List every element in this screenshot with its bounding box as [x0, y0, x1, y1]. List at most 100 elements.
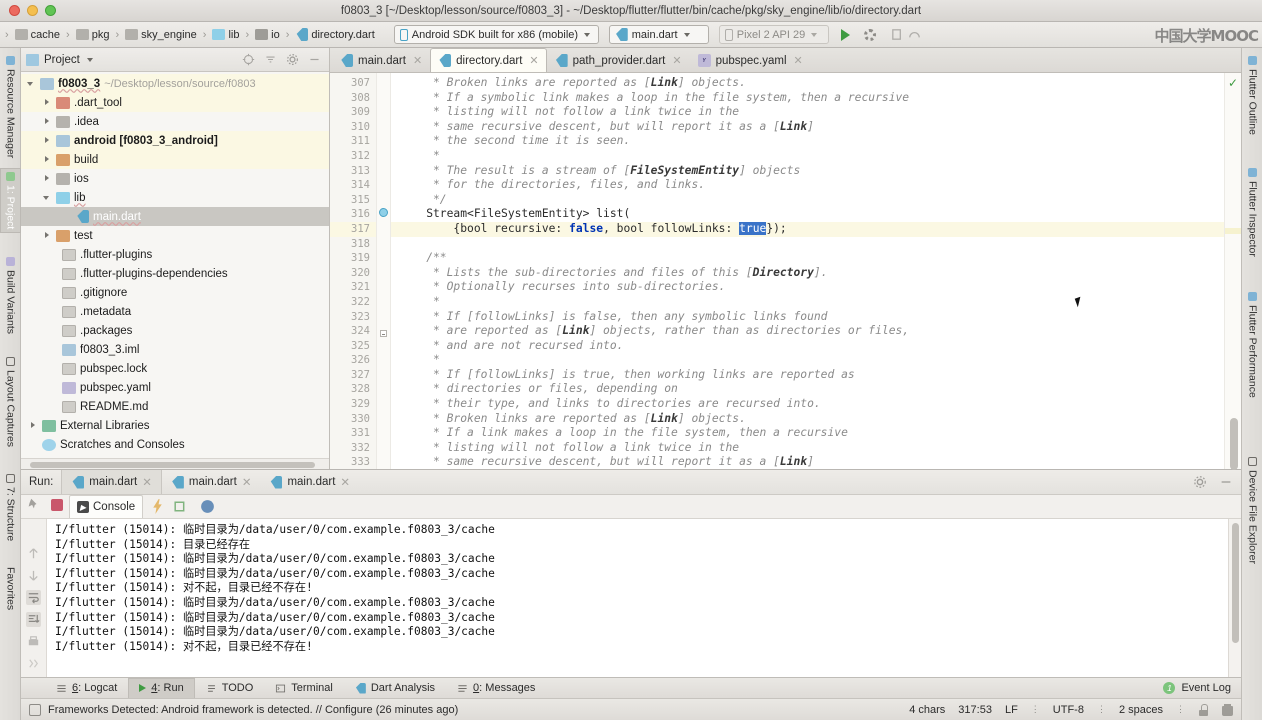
chevron-down-icon[interactable]: [43, 193, 52, 202]
tree-row-external-libraries[interactable]: External Libraries: [21, 416, 329, 435]
editor-marker-bar[interactable]: ✓: [1224, 73, 1241, 470]
breadcrumb-lib[interactable]: lib: [209, 28, 242, 42]
tree-row-flutter-plugins-deps[interactable]: .flutter-plugins-dependencies: [21, 264, 329, 283]
code-line[interactable]: [391, 237, 1224, 252]
tree-row-build[interactable]: build: [21, 150, 329, 169]
chevron-right-icon[interactable]: [43, 174, 52, 183]
tool-tab-device-file-explorer[interactable]: Device File Explorer: [1242, 453, 1262, 568]
tree-row-main-dart[interactable]: main.dart: [21, 207, 329, 226]
editor-scroll-thumb[interactable]: [1230, 418, 1238, 470]
code-line[interactable]: *: [391, 149, 1224, 164]
editor-tab-main-dart[interactable]: main.dart ✕: [332, 48, 430, 72]
tree-row-lib[interactable]: lib: [21, 188, 329, 207]
code-line[interactable]: * same recursive descent, but will repor…: [391, 455, 1224, 469]
tree-row-ios[interactable]: ios: [21, 169, 329, 188]
tree-row-iml[interactable]: f0803_3.iml: [21, 340, 329, 359]
tree-row-pubspec-yaml[interactable]: pubspec.yaml: [21, 378, 329, 397]
close-icon[interactable]: ✕: [242, 475, 252, 489]
tool-strip-todo[interactable]: TODO: [195, 678, 265, 699]
code-line[interactable]: *: [391, 295, 1224, 310]
stop-button[interactable]: [51, 499, 63, 511]
tool-tab-flutter-inspector[interactable]: Flutter Inspector: [1242, 164, 1262, 261]
print-icon[interactable]: [26, 634, 41, 649]
stop-icon[interactable]: [890, 27, 905, 42]
code-line[interactable]: * directories or files, depending on: [391, 382, 1224, 397]
flutter-icon[interactable]: [199, 498, 216, 515]
arrow-up-icon[interactable]: [26, 546, 41, 561]
code-line[interactable]: * are reported as [Link] objects, rather…: [391, 324, 1224, 339]
tree-row-root[interactable]: f0803_3 ~/Desktop/lesson/source/f0803: [21, 74, 329, 93]
console-output[interactable]: I/flutter (15014): 临时目录为/data/user/0/com…: [47, 519, 1228, 677]
code-line[interactable]: * for the directories, files, and links.: [391, 178, 1224, 193]
code-line[interactable]: *: [391, 353, 1224, 368]
gear-icon[interactable]: [1193, 475, 1207, 489]
console-tab[interactable]: ▶ Console: [69, 495, 144, 518]
editor-tab-directory-dart[interactable]: directory.dart ✕: [430, 48, 547, 72]
locate-icon[interactable]: [242, 53, 255, 66]
editor-tab-path-provider-dart[interactable]: path_provider.dart ✕: [547, 48, 690, 72]
code-line[interactable]: * and are not recursed into.: [391, 339, 1224, 354]
minimize-button[interactable]: [27, 5, 38, 16]
code-line[interactable]: * If [followLinks] is false, then any sy…: [391, 310, 1224, 325]
code-line[interactable]: * same recursive descent, but will repor…: [391, 120, 1224, 135]
tree-row-android[interactable]: android [f0803_3_android]: [21, 131, 329, 150]
console-scrollbar[interactable]: [1228, 519, 1241, 677]
run-tab-0[interactable]: main.dart ✕: [61, 470, 162, 494]
chevron-right-icon[interactable]: [43, 98, 52, 107]
code-line[interactable]: Stream<FileSystemEntity> list(: [391, 207, 1224, 222]
run-tab-1[interactable]: main.dart ✕: [162, 470, 261, 494]
tool-strip-dart-analysis[interactable]: Dart Analysis: [344, 678, 446, 699]
chevron-down-icon[interactable]: [27, 79, 36, 88]
close-icon[interactable]: ✕: [529, 54, 538, 67]
close-icon[interactable]: ✕: [340, 475, 350, 489]
lock-icon[interactable]: [1198, 703, 1209, 716]
tool-tab-structure[interactable]: 7: Structure: [0, 470, 21, 545]
debug-icon[interactable]: [863, 28, 876, 41]
tool-strip-logcat[interactable]: 6: Logcat: [45, 678, 128, 699]
chevron-right-icon[interactable]: [43, 155, 52, 164]
close-button[interactable]: [9, 5, 20, 16]
window-controls[interactable]: [0, 5, 56, 16]
run-icon[interactable]: [840, 28, 850, 41]
file-encoding[interactable]: UTF-8: [1053, 704, 1084, 716]
editor-fold-column[interactable]: [377, 73, 391, 469]
pin-icon[interactable]: [26, 497, 40, 511]
tree-row-scratches[interactable]: Scratches and Consoles: [21, 435, 329, 454]
breadcrumb-pkg[interactable]: pkg: [73, 28, 113, 42]
tool-strip-messages[interactable]: 0: Messages: [446, 678, 546, 699]
tool-tab-project[interactable]: 1: Project: [0, 168, 21, 234]
caret-position[interactable]: 317:53: [958, 704, 992, 716]
run-tab-2[interactable]: main.dart ✕: [260, 470, 359, 494]
tree-row-pubspec-lock[interactable]: pubspec.lock: [21, 359, 329, 378]
tool-tab-favorites[interactable]: Favorites: [0, 563, 21, 614]
notification-icon[interactable]: [29, 703, 41, 716]
restart-icon[interactable]: [172, 498, 189, 515]
profile-icon[interactable]: [907, 27, 922, 42]
tool-tab-build-variants[interactable]: Build Variants: [0, 253, 21, 338]
editor-tab-pubspec-yaml[interactable]: Y pubspec.yaml ✕: [690, 48, 811, 72]
code-line[interactable]: * Lists the sub-directories and files of…: [391, 266, 1224, 281]
chevron-right-icon[interactable]: [43, 136, 52, 145]
maximize-button[interactable]: [45, 5, 56, 16]
breadcrumb-cache[interactable]: cache: [12, 28, 63, 42]
code-line[interactable]: * If [followLinks] is true, then working…: [391, 368, 1224, 383]
indent-setting[interactable]: 2 spaces: [1119, 704, 1163, 716]
tree-row-gitignore[interactable]: .gitignore: [21, 283, 329, 302]
tree-row-readme[interactable]: README.md: [21, 397, 329, 416]
breadcrumb-directory-dart[interactable]: directory.dart: [292, 27, 377, 42]
gear-icon[interactable]: [286, 53, 299, 66]
trash-icon[interactable]: [1222, 703, 1233, 716]
tool-tab-resource-manager[interactable]: Resource Manager: [0, 52, 21, 162]
scroll-to-end-icon[interactable]: [26, 612, 41, 627]
tool-tab-layout-captures[interactable]: Layout Captures: [0, 353, 21, 451]
code-line[interactable]: * If a link makes a loop in the file sys…: [391, 426, 1224, 441]
tool-tab-flutter-performance[interactable]: Flutter Performance: [1242, 288, 1262, 402]
tree-row-flutter-plugins[interactable]: .flutter-plugins: [21, 245, 329, 264]
code-line[interactable]: /**: [391, 251, 1224, 266]
collapse-all-icon[interactable]: [264, 53, 277, 66]
close-icon[interactable]: ✕: [672, 54, 681, 67]
hide-icon[interactable]: [308, 53, 321, 66]
code-line[interactable]: * Broken links are reported as [Link] ob…: [391, 412, 1224, 427]
arrow-down-icon[interactable]: [26, 568, 41, 583]
tree-row-packages[interactable]: .packages: [21, 321, 329, 340]
